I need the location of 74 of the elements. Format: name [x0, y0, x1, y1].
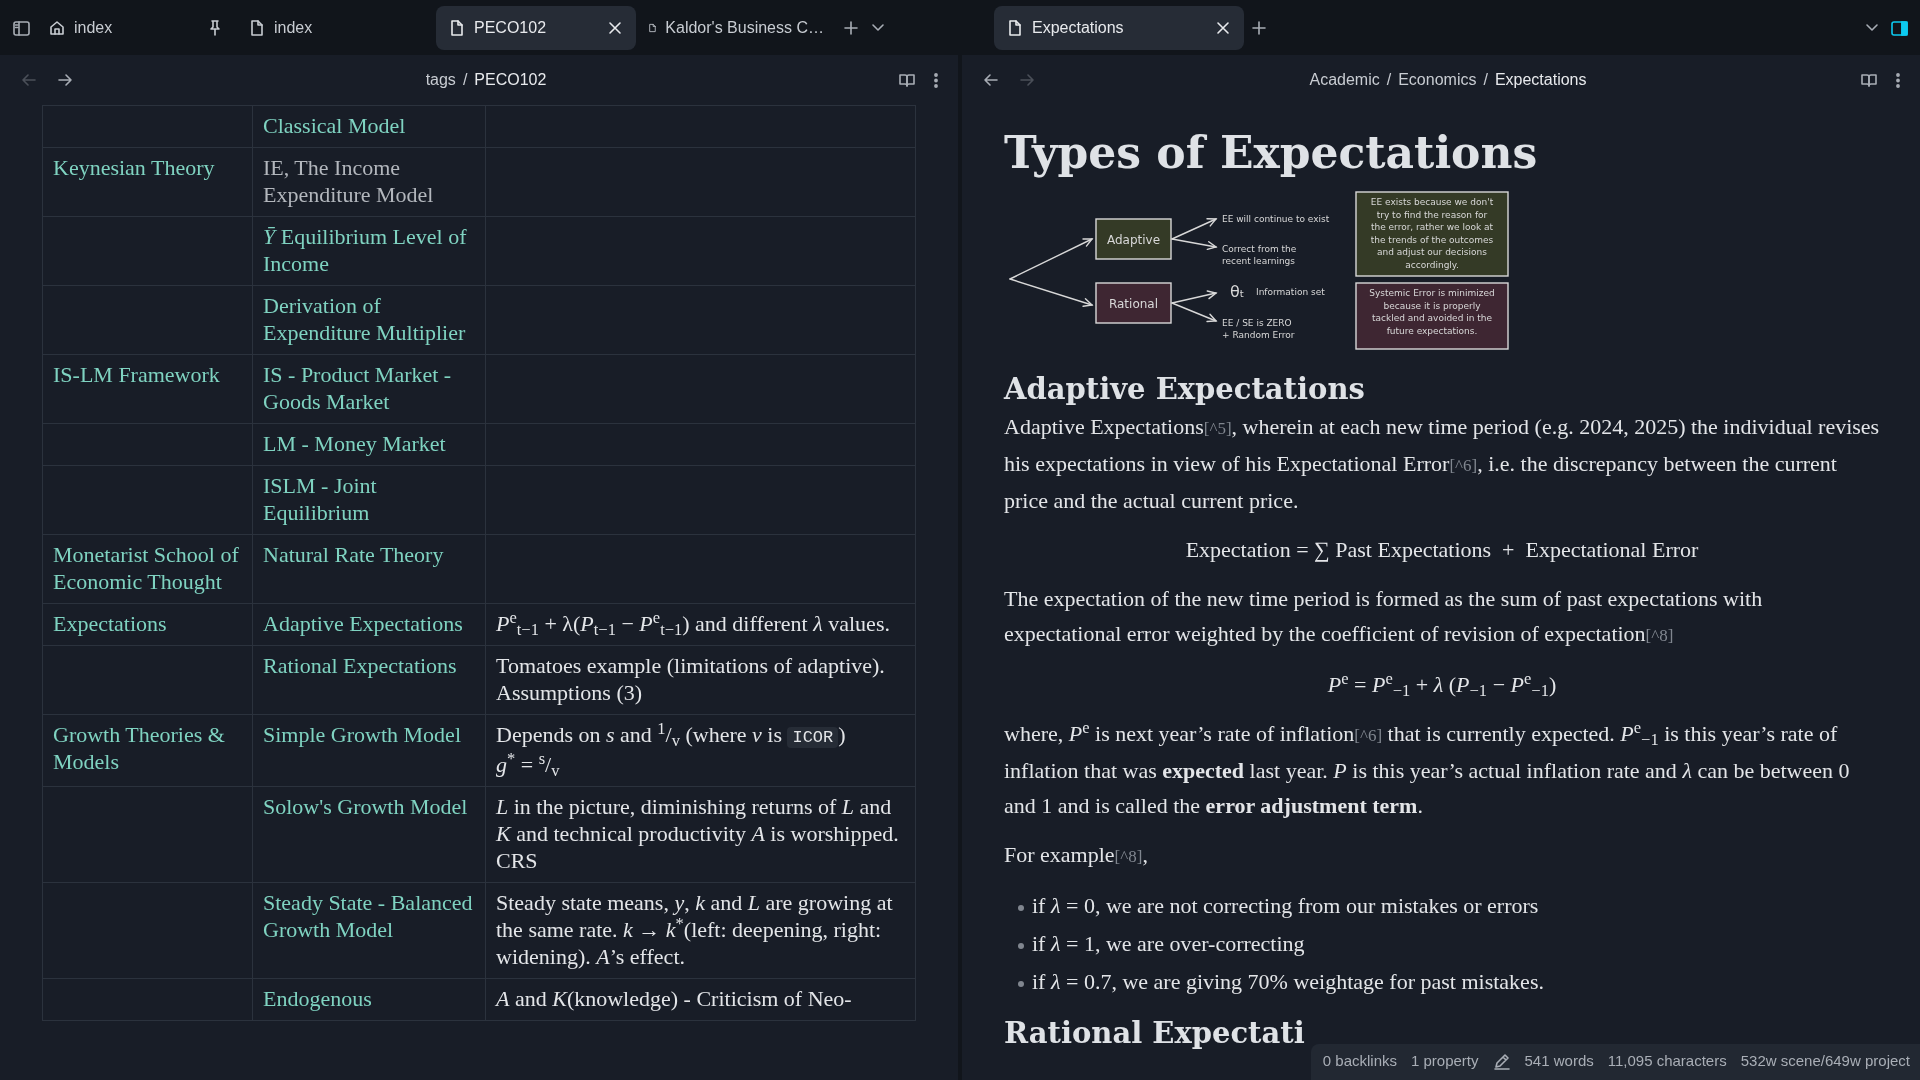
breadcrumb-separator: / — [462, 70, 468, 90]
sidebar-icon — [1890, 18, 1908, 37]
breadcrumb[interactable]: PECO102 — [474, 68, 547, 92]
diagram-label: Correct from the — [1222, 244, 1297, 254]
node-label: Rational — [1108, 297, 1159, 311]
diagram-label: recent learnings — [1222, 256, 1296, 266]
status-item[interactable]: 1 property — [1411, 1049, 1479, 1072]
table-cell-text: P$^{e}$$_{t−1}$ + λ(P$_{t−1}$ − P$^{e}$$_{t−1}$) and different λ values. — [496, 610, 891, 637]
node-label: Adaptive — [1106, 233, 1161, 247]
breadcrumb[interactable]: tags — [425, 68, 456, 92]
status-item[interactable]: 11,095 characters — [1607, 1049, 1727, 1072]
list-item: if λ = 1, we are over-correcting — [1018, 926, 1880, 961]
table-cell-text: Depends on s and $^{1}$/$_{v}$ (where v is ICOR ) g$^{*}$ = $^{s}$/$_{v}$ — [496, 721, 847, 778]
list-item: if λ = 0, we are not correcting from our mistakes or errors — [1018, 888, 1880, 923]
list-item: if λ = 0.7, we are giving 70% weightage for past mistakes. — [1018, 964, 1880, 999]
back-arrow-icon — [20, 71, 38, 89]
status-item[interactable]: 0 backlinks — [1322, 1049, 1397, 1072]
breadcrumb[interactable]: Economics — [1398, 68, 1477, 92]
home-icon — [48, 18, 66, 37]
diagram-label: + Random Error — [1222, 330, 1295, 340]
note-text: try to find the reason for — [1376, 209, 1488, 220]
breadcrumb[interactable]: Academic — [1309, 68, 1380, 92]
section-heading: Adaptive Expectations — [1004, 371, 1366, 408]
note-text: Systemic Error is minimized — [1369, 288, 1495, 298]
diagram-label: EE will continue to exist — [1222, 214, 1330, 224]
table-cell-text: Steady state means, y, k and L are growing at the same rate. k → k$^{*}$(left: deepening, right: widening). A’s effect. — [496, 889, 894, 970]
forward-arrow-icon — [1018, 71, 1036, 89]
note-text: the trends of the outcomes — [1370, 234, 1494, 245]
diagram-label: Information set — [1256, 287, 1325, 297]
equation: Expectation = ∑ Past Expectations + Expectational Error — [1184, 536, 1700, 564]
more-icon — [1896, 72, 1900, 88]
paragraph: The expectation of the new time period is formed as the sum of past expectations with expectational error weighted by the coefficient of revision of expectation[^8] — [1004, 585, 1764, 648]
math-label: θₜ — [1230, 282, 1245, 301]
note-text: the error, rather we look at — [1370, 222, 1494, 232]
equation: P$^{e}$ = P$^{e}$$_{−1}$ + λ (P$_{−1}$ − P$^{e}$$_{−1}$) — [1326, 667, 1558, 702]
back-arrow-icon — [982, 71, 1000, 89]
plus-icon — [1250, 18, 1268, 37]
breadcrumb-separator: / — [1483, 70, 1488, 90]
more-icon — [934, 72, 938, 88]
section-heading: Rational Expectati — [1004, 1015, 1306, 1052]
forward-arrow-icon — [56, 71, 74, 89]
paragraph: Adaptive Expectations[^5], wherein at each new time period (e.g. 2024, 2025) the individual revises his expectations in view of his Expectational Error[^6], i.e. the discrepancy between the current price and the actual current price. — [1004, 413, 1880, 515]
note-text: future expectations. — [1386, 325, 1478, 336]
chevron-down-icon — [1866, 24, 1878, 31]
table-cell-text: L in the picture, diminishing returns of L and K and technical productivity A is worshipped. CRS — [496, 793, 900, 874]
table-cell-text: Tomatoes example (limitations of adaptive). Assumptions (3) — [496, 652, 886, 706]
paragraph: For example[^8], — [1004, 841, 1149, 869]
tab[interactable]: index — [236, 5, 436, 50]
table-cell-text: A and K(knowledge) - Criticism of Neo- — [496, 985, 853, 1012]
plus-icon — [842, 18, 860, 37]
tab[interactable]: Kaldor's Business C… — [636, 5, 836, 50]
note-text: and adjust our decisions — [1377, 247, 1487, 257]
book-icon — [898, 71, 916, 89]
book-icon — [1860, 71, 1878, 89]
status-item[interactable]: 532w scene/649w project — [1740, 1049, 1910, 1072]
pencil-icon — [1492, 1051, 1511, 1070]
tab[interactable]: Expectations — [994, 5, 1244, 50]
file-icon — [248, 18, 266, 37]
chevron-down-icon — [872, 24, 884, 31]
note-text: because it is properly — [1383, 300, 1481, 311]
file-icon — [448, 18, 466, 37]
note-text: EE exists because we don't — [1370, 197, 1494, 207]
paragraph: where, P$^{e}$ is next year’s rate of inflation[^6] that is currently expected. P$^{e}$$_{−1}$ is this year’s rate of inflation that was expected last year. P is this year’s actual inflation rate and λ can be between 0 and 1 and is called the error adjustment term. — [1004, 716, 1851, 820]
breadcrumb-separator: / — [1386, 70, 1392, 90]
breadcrumb[interactable]: Expectations — [1494, 68, 1587, 92]
tab[interactable]: PECO102 — [436, 5, 636, 50]
note-text: tackled and avoided in the — [1371, 313, 1493, 323]
diagram-label: EE / SE is ZERO — [1222, 318, 1292, 328]
sidebar-icon — [12, 18, 30, 37]
page-title: Types of Expectations — [1004, 126, 1539, 180]
tab[interactable]: index — [36, 5, 236, 50]
status-item[interactable]: 541 words — [1524, 1049, 1594, 1072]
file-icon — [1006, 18, 1024, 37]
note-text: accordingly. — [1405, 259, 1459, 270]
